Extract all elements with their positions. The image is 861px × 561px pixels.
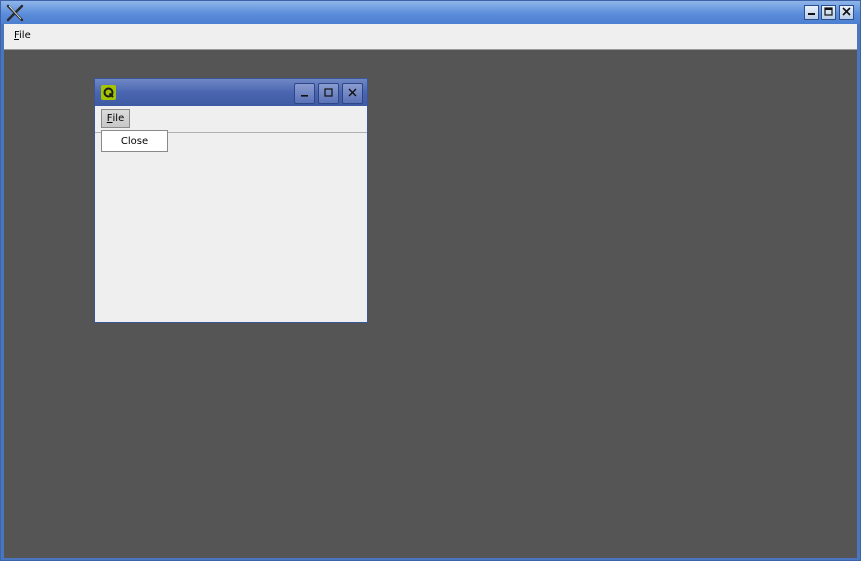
child-title-bar[interactable] <box>95 79 367 106</box>
main-title-bar[interactable] <box>1 1 860 24</box>
minimize-button[interactable] <box>804 5 819 20</box>
maximize-button[interactable] <box>821 5 836 20</box>
x-app-icon[interactable] <box>6 4 24 22</box>
main-menu-bar: File <box>4 24 857 49</box>
child-window: File <box>94 78 368 323</box>
minimize-icon <box>299 87 310 101</box>
child-menu-file-label: ile <box>112 113 125 124</box>
child-menu-file[interactable]: File <box>101 109 130 128</box>
child-minimize-button[interactable] <box>294 83 315 104</box>
close-button[interactable] <box>839 5 854 20</box>
menu-file[interactable]: File <box>14 30 31 41</box>
minimize-icon <box>807 7 816 19</box>
file-dropdown-menu: Close <box>101 130 168 152</box>
menu-item-close[interactable]: Close <box>121 136 148 147</box>
close-icon <box>347 87 358 101</box>
menu-file-label: ile <box>19 30 31 41</box>
child-maximize-button[interactable] <box>318 83 339 104</box>
child-menu-bar: File <box>95 106 367 133</box>
maximize-icon <box>323 87 334 101</box>
qt-logo-icon[interactable] <box>101 85 116 100</box>
child-close-button[interactable] <box>342 83 363 104</box>
close-icon <box>842 6 851 19</box>
maximize-icon <box>824 6 833 19</box>
